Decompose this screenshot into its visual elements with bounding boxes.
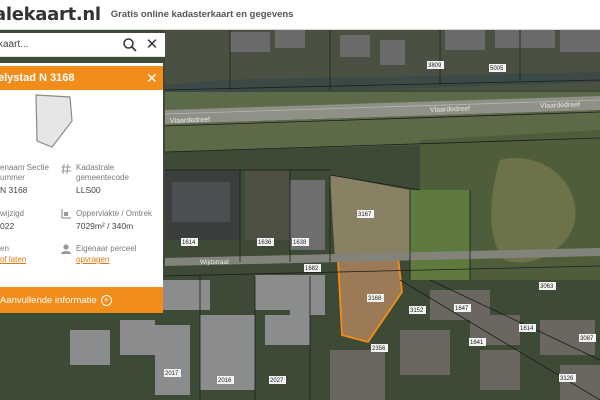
parcel-shape-preview xyxy=(35,94,73,148)
search-input[interactable] xyxy=(0,39,110,50)
street-label-middle: Wijdstraat xyxy=(200,259,229,266)
parcel-info-panel: elystad N 3168 ✕ enaam Sectie ummer N 31… xyxy=(0,63,163,313)
code-label-line2: gemeentecode xyxy=(76,173,129,182)
area-label: Oppervlakte / Omtrek xyxy=(76,209,153,218)
parcel-label[interactable]: 2027 xyxy=(270,378,284,384)
owner-icon xyxy=(61,244,71,254)
modified-value: 022 xyxy=(0,221,15,231)
left-link[interactable]: of laten xyxy=(0,255,26,264)
parcel-label[interactable]: 3167 xyxy=(358,212,372,218)
panel-close-icon[interactable]: ✕ xyxy=(146,70,158,87)
modified-label: wijzigd xyxy=(0,209,25,218)
section-label: enaam Sectie ummer xyxy=(0,163,49,183)
street-label-upper-right: Vlaardedreef xyxy=(540,102,580,110)
street-label-upper-left: Vlaardedreef xyxy=(170,117,210,125)
section-value: N 3168 xyxy=(0,185,28,195)
parcel-label[interactable]: 1636 xyxy=(258,240,272,246)
parcel-label[interactable]: 3063 xyxy=(540,284,554,290)
owner-label: Eigenaar perceel xyxy=(76,244,137,253)
close-icon[interactable]: ✕ xyxy=(144,36,160,54)
parcel-label[interactable]: 1638 xyxy=(293,240,307,246)
code-label-line1: Kadastrale xyxy=(76,163,115,172)
parcel-label[interactable]: 2017 xyxy=(165,371,179,377)
parcel-label[interactable]: 1614 xyxy=(520,326,534,332)
parcel-label[interactable]: 2016 xyxy=(218,378,232,384)
street-label-upper: Vlaardedreef xyxy=(430,106,470,114)
area-value: 7029m² / 340m xyxy=(76,221,134,231)
more-info-button[interactable]: Aanvullende informatie + xyxy=(0,287,163,313)
parcel-label[interactable]: 3126 xyxy=(560,376,574,382)
plus-circle-icon: + xyxy=(100,294,112,306)
section-label-line2: ummer xyxy=(0,173,25,182)
header-bar: alekaart.nl Gratis online kadasterkaart … xyxy=(0,0,600,30)
section-label-line1: enaam Sectie xyxy=(0,163,49,172)
panel-header: elystad N 3168 ✕ xyxy=(0,66,163,90)
owner-link[interactable]: opvragen xyxy=(76,255,109,264)
search-bar: ✕ xyxy=(0,33,165,57)
parcel-label[interactable]: 3152 xyxy=(410,308,424,314)
left-label: en xyxy=(0,244,9,253)
parcel-label[interactable]: 3087 xyxy=(580,336,594,342)
site-tagline: Gratis online kadasterkaart en gegevens xyxy=(110,9,294,20)
parcel-label[interactable]: 2356 xyxy=(372,346,386,352)
parcel-label[interactable]: 1647 xyxy=(455,306,469,312)
panel-title: elystad N 3168 xyxy=(0,72,75,84)
parcel-label[interactable]: 1682 xyxy=(305,266,319,272)
search-icon[interactable] xyxy=(122,37,138,53)
parcel-label[interactable]: 5005 xyxy=(490,66,504,72)
parcel-label[interactable]: 1641 xyxy=(470,340,484,346)
more-info-label: Aanvullende informatie xyxy=(0,294,97,306)
area-icon xyxy=(61,209,71,219)
code-value: LLS00 xyxy=(76,185,101,195)
parcel-label[interactable]: 3168 xyxy=(368,296,382,302)
code-label: Kadastrale gemeentecode xyxy=(76,163,129,183)
parcel-label[interactable]: 3809 xyxy=(428,63,442,69)
parcel-label[interactable]: 1614 xyxy=(182,240,196,246)
hash-icon xyxy=(61,163,71,175)
site-logo[interactable]: alekaart.nl xyxy=(0,4,101,25)
